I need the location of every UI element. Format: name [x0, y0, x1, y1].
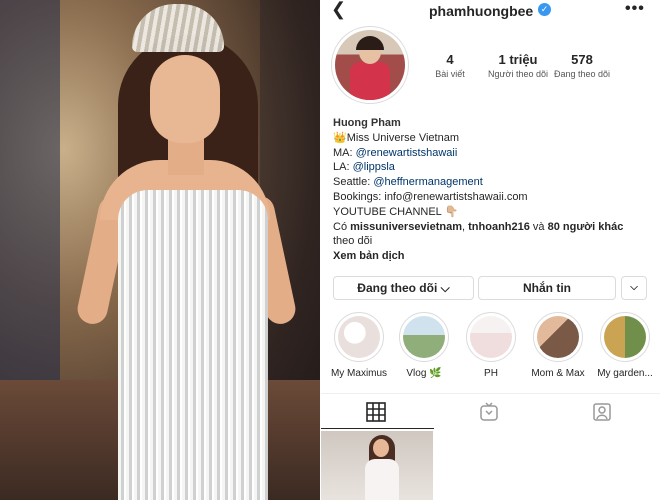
bio-seattle-link[interactable]: @heffnermanagement: [373, 176, 482, 188]
bio-bookings-prefix: Bookings:: [333, 190, 385, 203]
photo-fringe-dress: [118, 190, 268, 500]
followed-mid: và: [529, 220, 548, 233]
highlight-label: Vlog 🌿: [406, 368, 442, 379]
highlight-label: PH: [484, 368, 498, 379]
followed-suffix: theo dõi: [333, 235, 373, 248]
suggested-dropdown-button[interactable]: ⌵: [621, 276, 647, 300]
active-tab-indicator: [321, 428, 434, 429]
story-highlight[interactable]: Mom & Max: [528, 312, 588, 379]
bio-bookings-line: Bookings: info@renewartistshawaii.com: [333, 190, 653, 205]
grid-icon[interactable]: [366, 402, 388, 422]
instagram-profile-screen: ❮ phamhuongbee ✓ ••• 4 Bài viết 1 triệu …: [321, 0, 660, 500]
highlight-ring: [600, 312, 650, 362]
followed-others: 80 người khác: [547, 220, 624, 233]
back-arrow-icon[interactable]: ❮: [331, 0, 346, 18]
see-translation-link[interactable]: Xem bản dịch: [333, 249, 653, 264]
bio-seattle-prefix: Seattle:: [333, 176, 374, 189]
tagged-icon[interactable]: [592, 402, 614, 422]
crown-emoji-icon: 👑: [333, 131, 347, 144]
dropdown-chevron-icon: ⌵: [630, 282, 638, 293]
avatar-figure-hair: [356, 36, 384, 50]
bio-youtube: YOUTUBE CHANNEL: [333, 205, 442, 218]
following-count: 578: [571, 52, 593, 67]
story-highlight[interactable]: Vlog 🌿: [394, 312, 454, 379]
bio-ma-line: MA: @renewartistshawaii: [333, 146, 653, 161]
bio-youtube-line: YOUTUBE CHANNEL 👇🏼: [333, 205, 653, 220]
avatar[interactable]: [335, 30, 405, 100]
highlight-cover: [470, 316, 512, 358]
highlight-ring: [399, 312, 449, 362]
chevron-down-icon: ⌵: [437, 281, 450, 295]
igtv-icon[interactable]: [479, 402, 501, 422]
stat-followers[interactable]: 1 triệu Người theo dõi: [483, 52, 553, 79]
story-highlight[interactable]: My Maximus: [329, 312, 389, 379]
bio-ma-link[interactable]: @renewartistshawaii: [356, 147, 458, 159]
followers-count: 1 triệu: [498, 52, 538, 67]
profile-bio: Huong Pham 👑Miss Universe Vietnam MA: @r…: [333, 116, 653, 264]
highlight-ring: [334, 312, 384, 362]
followed-by-line[interactable]: Có missuniversevietnam, tnhoanh216 và 80…: [333, 220, 653, 235]
post-figure-body: [365, 459, 399, 500]
post-figure-face: [373, 439, 389, 457]
story-highlight[interactable]: PH: [461, 312, 521, 379]
post-thumbnail[interactable]: [321, 431, 433, 500]
top-bar: ❮ phamhuongbee ✓ •••: [321, 0, 660, 22]
stat-posts[interactable]: 4 Bài viết: [424, 52, 476, 79]
bio-seattle-line: Seattle: @heffnermanagement: [333, 175, 653, 190]
bio-title-line: 👑Miss Universe Vietnam: [333, 131, 653, 146]
story-highlight[interactable]: My garden...: [595, 312, 655, 379]
highlight-cover: [537, 316, 579, 358]
highlight-label: Mom & Max: [531, 368, 585, 379]
profile-username: phamhuongbee: [429, 3, 534, 19]
highlight-ring: [466, 312, 516, 362]
followed-user-1: missuniversevietnam: [350, 220, 463, 233]
highlight-label: My garden...: [597, 368, 653, 379]
profile-full-name: Huong Pham: [333, 117, 401, 129]
message-button-label: Nhắn tin: [523, 281, 571, 295]
stat-following[interactable]: 578 Đang theo dõi: [549, 52, 615, 79]
bio-la-line: LA: @lippsla: [333, 160, 653, 175]
highlight-label: My Maximus: [330, 368, 388, 379]
bio-la-link[interactable]: @lippsla: [353, 161, 395, 173]
followed-prefix: Có: [333, 220, 351, 233]
highlight-cover: [604, 316, 646, 358]
avatar-figure-body: [350, 62, 390, 100]
profile-tab-bar: [321, 393, 660, 429]
following-label: Đang theo dõi: [553, 69, 611, 79]
celebrity-photo: [0, 0, 320, 500]
followers-label: Người theo dõi: [488, 69, 548, 79]
posts-label: Bài viết: [435, 69, 465, 79]
bio-bookings-email[interactable]: info@renewartistshawaii.com: [384, 191, 527, 203]
more-options-icon[interactable]: •••: [625, 0, 645, 18]
bio-title: Miss Universe Vietnam: [346, 131, 459, 144]
following-button-label: Đang theo dõi: [357, 281, 438, 295]
bio-la-prefix: LA:: [333, 161, 353, 174]
following-button[interactable]: Đang theo dõi ⌵: [333, 276, 474, 300]
highlight-ring: [533, 312, 583, 362]
message-button[interactable]: Nhắn tin: [478, 276, 616, 300]
followed-user-2: tnhoanh216: [468, 220, 530, 233]
pointing-down-emoji-icon: 👇🏼: [444, 205, 459, 218]
verified-badge-icon: ✓: [538, 3, 551, 16]
photo-face: [150, 55, 220, 143]
highlight-cover: [403, 316, 445, 358]
bio-ma-prefix: MA:: [333, 146, 356, 159]
highlight-cover: [338, 316, 380, 358]
posts-count: 4: [446, 52, 454, 67]
